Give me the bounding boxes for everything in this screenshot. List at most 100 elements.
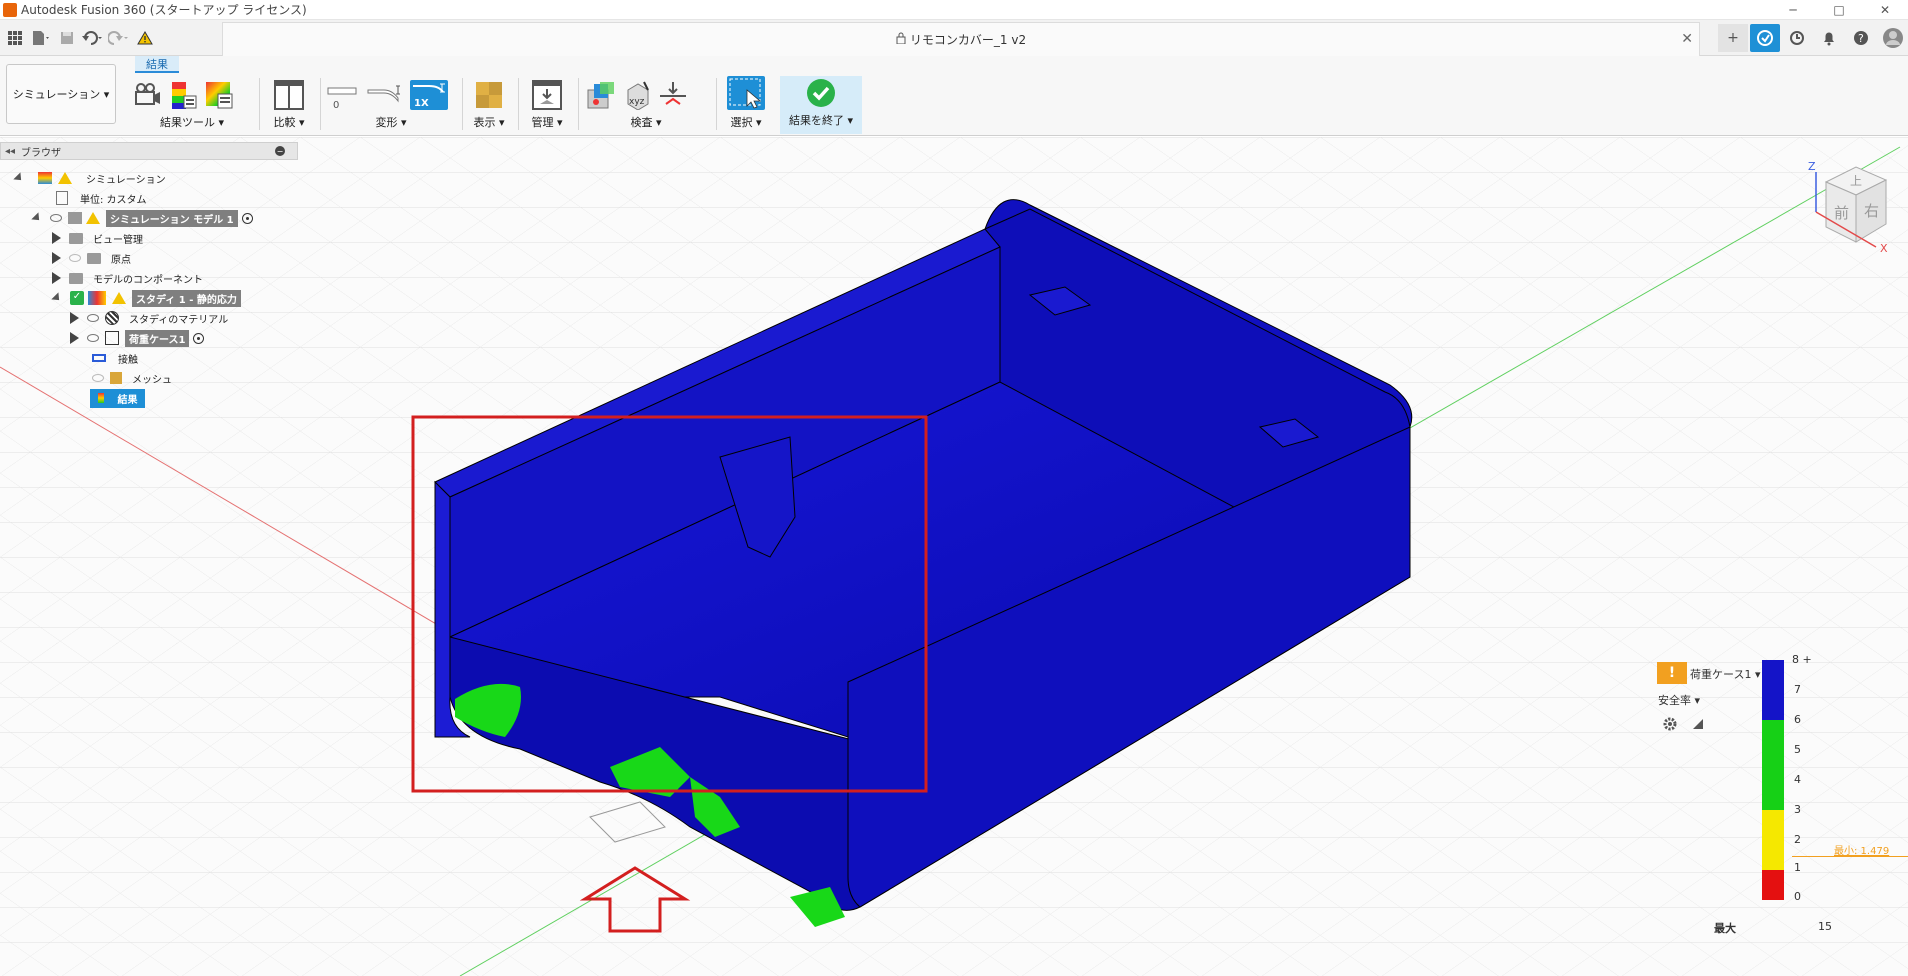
svg-text:1X: 1X	[414, 98, 429, 109]
tick-label: 6	[1794, 713, 1801, 726]
minus-icon[interactable]: −	[275, 146, 285, 156]
tree-node-mesh[interactable]: メッシュ	[92, 368, 172, 388]
results-tools-group[interactable]: 結果ツール ▾	[132, 76, 252, 136]
point-probe-icon[interactable]: xyz	[622, 80, 652, 111]
redo-icon[interactable]	[108, 27, 130, 49]
tree-label: 結果	[117, 394, 138, 406]
close-tab-button[interactable]: ✕	[1681, 31, 1693, 47]
extensions-icon[interactable]	[1750, 24, 1780, 52]
tree-node-origin[interactable]: 原点	[52, 248, 131, 268]
tree-node-sim-model[interactable]: シミュレーション モデル 1	[31, 208, 253, 228]
results-node-selected[interactable]: 結果	[90, 388, 146, 408]
inspect-group[interactable]: xyz 検査 ▾	[586, 76, 706, 136]
tree-node-units[interactable]: 単位: カスタム	[56, 188, 147, 208]
deform-adjusted-icon[interactable]	[366, 80, 404, 110]
minimize-button[interactable]: ─	[1770, 0, 1816, 20]
color-band-yellow	[1762, 810, 1784, 870]
expand-arrow-icon[interactable]	[13, 172, 25, 184]
tree-node-load-case[interactable]: 荷重ケース1	[70, 328, 205, 348]
history-icon[interactable]	[1782, 24, 1812, 52]
document-title: リモコンカバー_1 v2	[909, 33, 1027, 47]
legend-settings-gear-icon[interactable]	[1662, 716, 1678, 732]
expand-arrow-icon[interactable]	[31, 212, 43, 224]
tree-node-results[interactable]: 結果	[90, 388, 146, 408]
visibility-eye-icon[interactable]	[69, 254, 81, 262]
display-group[interactable]: 表示 ▾	[466, 76, 512, 136]
tab-results[interactable]: 結果	[135, 56, 179, 73]
save-icon[interactable]	[56, 27, 78, 49]
user-avatar-icon[interactable]	[1878, 24, 1908, 52]
visibility-eye-icon[interactable]	[92, 374, 104, 382]
expand-arrow-icon[interactable]	[52, 232, 61, 244]
tree-node-contacts[interactable]: 接触	[92, 348, 138, 368]
deform-actual-icon[interactable]: 1X	[410, 80, 448, 110]
result-type-dropdown[interactable]: 安全率 ▾	[1658, 692, 1700, 708]
folder-icon	[69, 232, 83, 244]
animate-icon[interactable]	[132, 80, 162, 110]
load-case-dropdown[interactable]: 荷重ケース1 ▾	[1690, 666, 1760, 682]
workspace-selector[interactable]: シミュレーション ▾	[6, 64, 116, 124]
apps-grid-icon[interactable]	[4, 27, 26, 49]
tab-bar: リモコンカバー_1 v2 ✕ + ?	[0, 20, 1908, 56]
legend-resize-icon[interactable]	[1692, 718, 1704, 730]
visibility-eye-icon[interactable]	[50, 214, 62, 222]
visibility-eye-icon[interactable]	[87, 314, 99, 322]
file-icon[interactable]	[30, 27, 52, 49]
warning-icon[interactable]	[134, 27, 156, 49]
load-case-warning-icon[interactable]: !	[1657, 662, 1687, 684]
manage-group[interactable]: 管理 ▾	[524, 76, 570, 136]
load-case-icon	[105, 331, 119, 345]
min-value-label: 最小: 1.479	[1834, 846, 1890, 857]
browser-title: ブラウザ	[21, 147, 62, 159]
warning-icon	[112, 292, 126, 304]
tree-node-study-materials[interactable]: スタディのマテリアル	[70, 308, 228, 328]
undo-icon[interactable]	[82, 27, 104, 49]
finish-results-group[interactable]: 結果を終了 ▾	[780, 76, 862, 134]
results-legend-icon[interactable]	[168, 80, 198, 110]
tree-node-simulation[interactable]: シミュレーション	[13, 168, 166, 188]
tree-label: シミュレーション	[86, 174, 166, 186]
display-label: 表示 ▾	[473, 116, 505, 129]
expand-arrow-icon[interactable]	[70, 312, 79, 324]
collapse-panel-icon[interactable]: ◂◂	[5, 146, 15, 157]
viewcube-top-face: 上	[1850, 174, 1862, 188]
tree-label: シミュレーション モデル 1	[106, 209, 238, 227]
select-group[interactable]: 選択 ▾	[722, 76, 770, 136]
activate-radio-icon[interactable]	[241, 212, 253, 224]
tree-node-study[interactable]: ✓ スタディ 1 - 静的応力	[51, 288, 241, 308]
close-window-button[interactable]: ✕	[1862, 0, 1908, 20]
max-key-label: 最大	[1714, 922, 1736, 935]
surface-plot-icon[interactable]	[204, 80, 234, 110]
deform-group[interactable]: 0 1X 変形 ▾	[326, 76, 456, 136]
finish-check-icon[interactable]	[806, 78, 836, 108]
expand-arrow-icon[interactable]	[52, 272, 61, 284]
probe-icon[interactable]	[586, 80, 616, 110]
visibility-eye-icon[interactable]	[87, 334, 99, 342]
viewcube[interactable]: 上 前 右 Z X	[1806, 160, 1892, 255]
document-tab[interactable]: リモコンカバー_1 v2 ✕	[222, 22, 1700, 56]
tree-node-components[interactable]: モデルのコンポーネント	[52, 268, 203, 288]
simulation-icon	[38, 172, 52, 184]
maximize-button[interactable]: □	[1816, 0, 1862, 20]
tree-label: 荷重ケース1	[125, 329, 190, 347]
svg-text:xyz: xyz	[629, 97, 645, 107]
tree-label: スタディのマテリアル	[129, 314, 229, 326]
tree-label: スタディ 1 - 静的応力	[132, 289, 241, 307]
tree-label: モデルのコンポーネント	[93, 274, 203, 286]
display-icon[interactable]	[474, 80, 504, 110]
compare-group[interactable]: 比較 ▾	[266, 76, 312, 136]
expand-arrow-icon[interactable]	[51, 292, 63, 304]
manage-icon[interactable]	[532, 80, 562, 110]
compare-icon[interactable]	[274, 80, 304, 110]
plus-icon[interactable]: +	[1718, 24, 1748, 52]
help-icon[interactable]: ?	[1846, 24, 1876, 52]
deform-none-icon[interactable]: 0	[326, 80, 360, 111]
select-icon[interactable]	[727, 76, 765, 110]
tree-node-view-manager[interactable]: ビュー管理	[52, 228, 143, 248]
expand-arrow-icon[interactable]	[70, 332, 79, 344]
notification-icon[interactable]	[1814, 24, 1844, 52]
expand-arrow-icon[interactable]	[52, 252, 61, 264]
activate-radio-icon[interactable]	[193, 332, 205, 344]
title-bar: Autodesk Fusion 360 (スタートアップ ライセンス) ─ □ …	[0, 0, 1908, 20]
section-analysis-icon[interactable]	[658, 80, 688, 110]
